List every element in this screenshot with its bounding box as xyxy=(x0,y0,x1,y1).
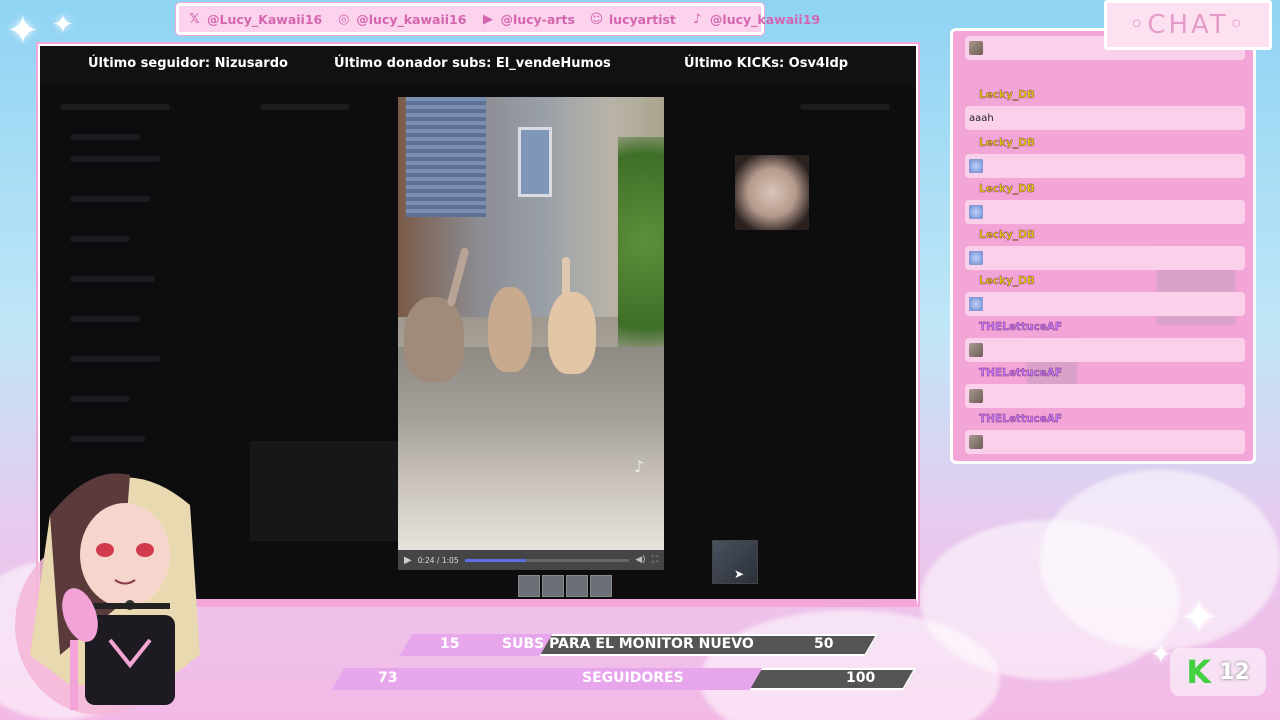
thumbnail[interactable] xyxy=(566,575,588,597)
chat-bubble: aaah xyxy=(965,106,1245,130)
social-item-tiktok[interactable]: ♪ @lucy_kawaii19 xyxy=(690,12,820,27)
play-icon[interactable]: ▶ xyxy=(404,555,412,566)
fullscreen-icon[interactable]: ⛶ xyxy=(652,555,658,565)
mouse-cursor-icon: ➤ xyxy=(734,567,745,581)
chat-bubble xyxy=(965,292,1245,316)
followers-target: 100 xyxy=(846,670,876,686)
chat-username[interactable]: Lecky_DB xyxy=(965,229,1245,243)
chat-bubble xyxy=(965,384,1245,408)
kick-viewer-badge: K 12 xyxy=(1170,648,1266,696)
chat-bubble xyxy=(965,154,1245,178)
discord-icon: ☺ xyxy=(589,11,604,27)
tiktok-icon: ♪ xyxy=(693,11,702,27)
chat-username[interactable]: Lecky_DB xyxy=(965,89,1245,103)
social-item-discord[interactable]: ☺ lucyartist xyxy=(589,12,676,27)
chat-message: THELettuceAF xyxy=(965,367,1245,408)
chat-message: Lecky_DB xyxy=(965,137,1245,178)
last-sub-donor: Último donador subs: El_vendeHumos xyxy=(334,56,611,71)
subs-target: 50 xyxy=(814,636,834,652)
followers-current: 73 xyxy=(378,670,398,686)
chat-username[interactable]: THELettuceAF xyxy=(965,367,1245,381)
sparkle-icon: ✦ xyxy=(6,8,40,54)
social-links-bar: 𝕏 @Lucy_Kawaii16 ◎ @lucy_kawaii16 ▶ @luc… xyxy=(176,3,820,35)
chat-panel: Lecky_DB aaah Lecky_DB Lecky_DB Lecky_DB Leck… xyxy=(950,28,1256,464)
chat-message: THELettuceAF xyxy=(965,413,1245,454)
chat-message: Lecky_DB xyxy=(965,275,1245,316)
emote-icon xyxy=(969,297,983,311)
chat-text: aaah xyxy=(969,112,994,124)
vtuber-avatar xyxy=(15,473,200,715)
social-label: @lucy_kawaii16 xyxy=(356,11,467,27)
followers-label: SEGUIDORES xyxy=(582,670,684,686)
sparkle-icon: ✦ xyxy=(1150,640,1172,670)
social-label: lucyartist xyxy=(608,11,676,27)
video-progress-bar[interactable] xyxy=(464,558,630,562)
subs-current: 15 xyxy=(440,636,460,652)
hamster-thumbnail xyxy=(735,155,809,230)
chat-message: THELettuceAF xyxy=(965,321,1245,362)
social-item-youtube[interactable]: ▶ @lucy-arts xyxy=(480,11,575,27)
kick-logo-icon: K xyxy=(1186,653,1212,691)
video-time: 0:24 / 1:05 xyxy=(417,555,459,565)
emote-icon xyxy=(969,41,983,55)
chat-bubble xyxy=(965,246,1245,270)
thumbnail[interactable] xyxy=(518,575,540,597)
social-label: @lucy_kawaii19 xyxy=(709,11,821,27)
youtube-icon: ▶ xyxy=(482,11,493,27)
chat-username[interactable]: THELettuceAF xyxy=(965,321,1245,335)
chat-bubble xyxy=(965,430,1245,454)
chat-message: Lecky_DBaaah xyxy=(965,89,1245,130)
social-item-instagram[interactable]: ◎ @lucy_kawaii16 xyxy=(336,12,466,27)
thumbnail[interactable] xyxy=(590,575,612,597)
followers-goal-bar: 73 SEGUIDORES 100 xyxy=(331,668,917,690)
subs-label: SUBS PARA EL MONITOR NUEVO xyxy=(502,636,754,652)
viewer-count: 12 xyxy=(1219,659,1250,685)
chat-username[interactable]: Lecky_DB xyxy=(965,137,1245,151)
emote-icon xyxy=(969,159,983,173)
subs-goal-bar: 15 SUBS PARA EL MONITOR NUEVO 50 xyxy=(399,634,879,656)
video-player[interactable]: ♪ xyxy=(398,97,664,570)
video-controls: ▶ 0:24 / 1:05 ◀) ⛶ xyxy=(398,550,664,570)
chat-message: Lecky_DB xyxy=(965,183,1245,224)
sparkle-icon: ✦ xyxy=(52,10,74,40)
chat-header: ◦CHAT◦ xyxy=(1104,0,1272,50)
social-item-x[interactable]: 𝕏 @Lucy_Kawaii16 xyxy=(187,12,322,27)
chat-username[interactable]: Lecky_DB xyxy=(965,183,1245,197)
social-label: @lucy-arts xyxy=(500,11,575,27)
thumbnail-strip xyxy=(518,575,612,597)
chat-message: Lecky_DB xyxy=(965,229,1245,270)
social-label: @Lucy_Kawaii16 xyxy=(207,11,323,27)
instagram-icon: ◎ xyxy=(338,11,350,27)
chat-bubble xyxy=(965,200,1245,224)
sparkle-icon: ✦ xyxy=(1180,590,1219,644)
emote-icon xyxy=(969,205,983,219)
stats-bar: Último seguidor: Nizusardo Último donado… xyxy=(40,46,916,86)
thumbnail[interactable] xyxy=(542,575,564,597)
emote-icon xyxy=(969,251,983,265)
emote-icon xyxy=(969,343,983,357)
emote-icon xyxy=(969,435,983,449)
chat-username[interactable]: THELettuceAF xyxy=(965,413,1245,427)
chat-username[interactable]: Lecky_DB xyxy=(965,275,1245,289)
last-kicks: Último KICKs: Osv4ldp xyxy=(684,56,849,71)
emote-icon xyxy=(969,389,983,403)
last-follower: Último seguidor: Nizusardo xyxy=(88,56,288,71)
volume-icon[interactable]: ◀) xyxy=(635,555,645,565)
x-icon: 𝕏 xyxy=(189,11,200,27)
chat-bubble xyxy=(965,338,1245,362)
